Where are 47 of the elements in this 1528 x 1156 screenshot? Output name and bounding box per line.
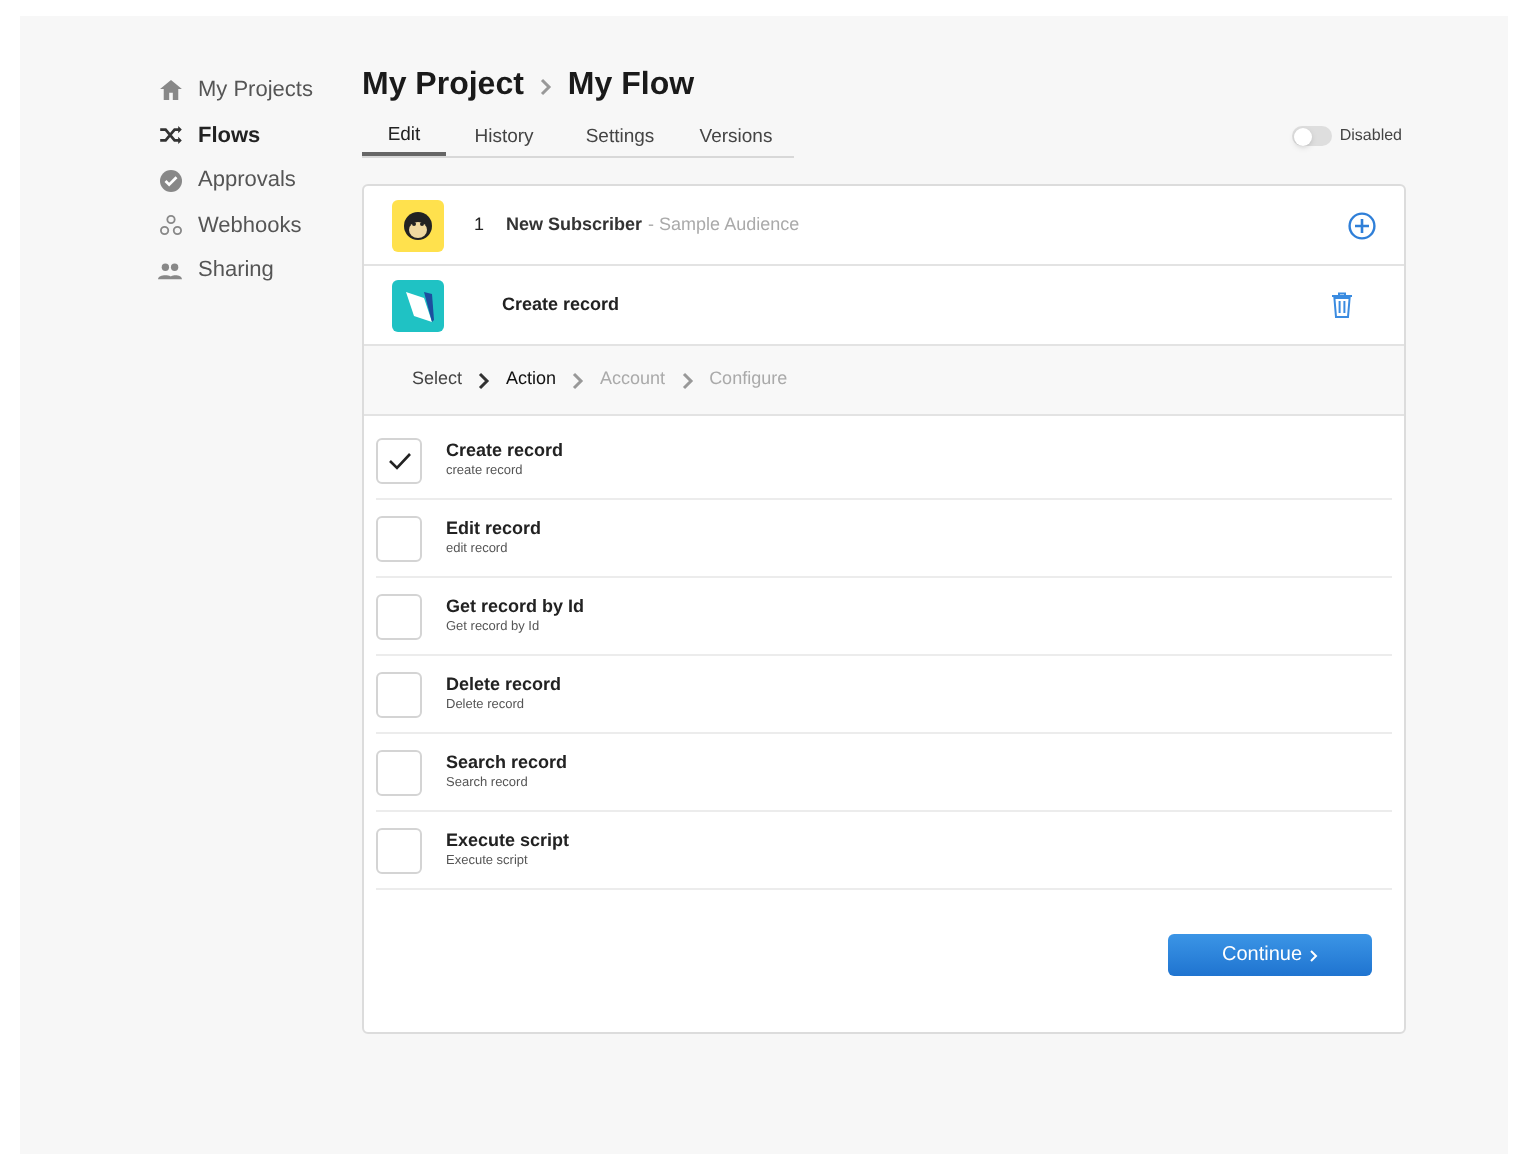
check-circle-icon bbox=[159, 169, 181, 192]
tab[interactable]: History bbox=[446, 120, 562, 156]
action-option-title: Delete record bbox=[446, 672, 562, 696]
action-title: Create record bbox=[502, 291, 620, 318]
sidebar-item[interactable]: Sharing bbox=[198, 254, 274, 287]
trash-icon[interactable] bbox=[1332, 292, 1352, 318]
action-option-title: Get record by Id bbox=[446, 594, 585, 618]
checkbox[interactable] bbox=[376, 437, 422, 483]
step-number: 1 bbox=[474, 211, 485, 238]
chevron-icon bbox=[478, 371, 491, 389]
action-option-title: Execute script bbox=[446, 828, 570, 852]
toggle-label: Disabled bbox=[1339, 124, 1402, 148]
breadcrumb-item[interactable]: My Project bbox=[362, 62, 524, 110]
monkey-logo-icon bbox=[392, 199, 444, 251]
continue-button[interactable]: Continue bbox=[1168, 934, 1372, 976]
chevron-icon bbox=[681, 371, 694, 389]
wizard-step[interactable]: Select bbox=[412, 366, 463, 394]
shuffle-icon bbox=[159, 126, 181, 145]
checkbox[interactable] bbox=[376, 827, 422, 873]
checkbox[interactable] bbox=[376, 749, 422, 795]
sidebar-item[interactable]: Flows bbox=[198, 119, 261, 152]
sidebar-item[interactable]: Webhooks bbox=[198, 209, 302, 242]
checkbox[interactable] bbox=[376, 671, 422, 717]
toggle-switch[interactable] bbox=[1291, 126, 1332, 146]
tab[interactable]: Settings bbox=[562, 120, 678, 156]
webhook-icon bbox=[159, 214, 181, 237]
tab[interactable]: Versions bbox=[678, 120, 794, 156]
wizard-step[interactable]: Action bbox=[506, 366, 557, 394]
home-icon bbox=[159, 80, 181, 101]
chevron-icon bbox=[1310, 949, 1319, 961]
sidebar-item[interactable]: Approvals bbox=[198, 164, 296, 197]
action-option-title: Create record bbox=[446, 438, 564, 462]
folder-logo-icon bbox=[392, 279, 444, 331]
chevron-icon bbox=[539, 77, 552, 95]
breadcrumb-item: My Flow bbox=[567, 66, 695, 106]
people-icon bbox=[158, 261, 182, 280]
trigger-subtitle: - Sample Audience bbox=[648, 211, 800, 238]
trigger-title: New Subscriber bbox=[506, 211, 643, 238]
sidebar-item[interactable]: My Projects bbox=[198, 74, 313, 107]
tab[interactable]: Edit bbox=[362, 120, 446, 156]
action-option-title: Search record bbox=[446, 750, 568, 774]
add-icon[interactable] bbox=[1348, 211, 1376, 239]
checkbox[interactable] bbox=[376, 515, 422, 561]
checkbox[interactable] bbox=[376, 593, 422, 639]
action-option-title: Edit record bbox=[446, 516, 542, 540]
chevron-icon bbox=[572, 371, 585, 389]
check-icon bbox=[387, 451, 411, 469]
